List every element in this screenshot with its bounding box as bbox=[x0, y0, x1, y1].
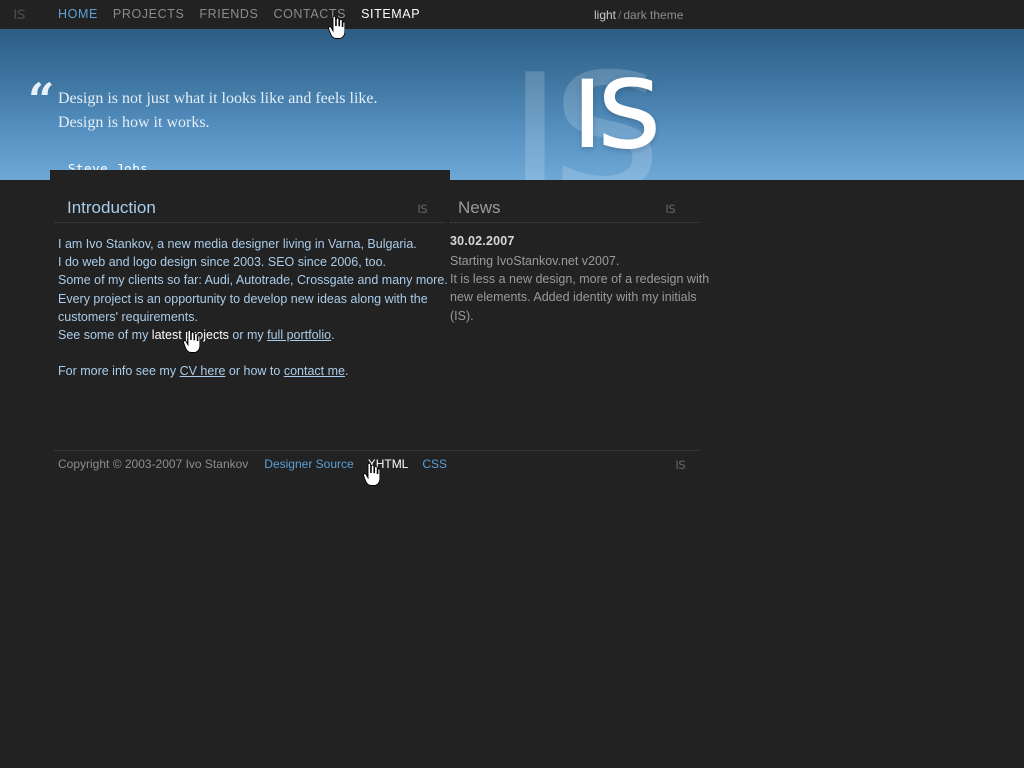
news-line-1: Starting IvoStankov.net v2007. bbox=[450, 254, 620, 268]
cv-here-link[interactable]: CV here bbox=[180, 364, 226, 378]
theme-dark-option[interactable]: dark theme bbox=[623, 8, 683, 22]
hero-quote: Design is not just what it looks like an… bbox=[58, 87, 378, 135]
introduction-logo-icon: ıs bbox=[417, 199, 428, 217]
news-logo-icon: ıs bbox=[665, 199, 676, 217]
news-line-3: new elements. Added identity with my ini… bbox=[450, 290, 697, 323]
news-heading-divider bbox=[450, 222, 700, 223]
news-line-2: It is less a new design, more of a redes… bbox=[450, 272, 710, 287]
introduction-line-6-middle: or my bbox=[228, 328, 268, 343]
contact-me-link[interactable]: contact me bbox=[284, 364, 345, 378]
news-item-body: Starting IvoStankov.net v2007. It is les… bbox=[450, 252, 710, 325]
introduction-line-6: See some of my latest projects or my ful… bbox=[58, 326, 458, 344]
quotation-mark-icon: “ bbox=[28, 73, 55, 127]
introduction-line-4: Every project is an opportunity to devel… bbox=[58, 291, 428, 306]
footer-link-designer-source[interactable]: Designer Source bbox=[264, 457, 353, 471]
hero-banner: ıs ıs “ Design is not just what it looks… bbox=[0, 29, 1024, 180]
more-info-prefix: For more info see my bbox=[58, 364, 180, 378]
nav-item-projects[interactable]: PROJECTS bbox=[113, 7, 184, 21]
main-nav-links: HOME PROJECTS FRIENDS CONTACTS SITEMAP bbox=[58, 7, 420, 21]
nav-item-sitemap[interactable]: SITEMAP bbox=[361, 7, 420, 21]
footer-logo-icon: ıs bbox=[675, 455, 686, 473]
top-navigation-bar: ıs HOME PROJECTS FRIENDS CONTACTS SITEMA… bbox=[0, 0, 1024, 29]
nav-item-friends[interactable]: FRIENDS bbox=[199, 7, 258, 21]
theme-switcher: light / dark theme bbox=[594, 8, 683, 22]
introduction-line-3: Some of my clients so far: Audi, Autotra… bbox=[58, 273, 448, 288]
introduction-heading-divider bbox=[55, 222, 445, 223]
theme-light-option[interactable]: light bbox=[594, 8, 616, 22]
introduction-line-1: I am Ivo Stankov, a new media designer l… bbox=[58, 237, 417, 251]
more-info-middle: or how to bbox=[225, 364, 284, 378]
introduction-line-6-prefix: See some of my bbox=[58, 328, 152, 343]
latest-projects-link[interactable]: latest projects bbox=[152, 328, 229, 342]
introduction-line-5: customers' requirements. bbox=[58, 309, 198, 324]
introduction-line-2: I do web and logo design since 2003. SEO… bbox=[58, 255, 387, 270]
hero-quote-line-2: Design is how it works. bbox=[58, 114, 210, 131]
introduction-more-info: For more info see my CV here or how to c… bbox=[58, 362, 478, 380]
page-footer: Copyright © 2003-2007 Ivo Stankov Design… bbox=[58, 457, 447, 471]
more-info-suffix: . bbox=[344, 364, 349, 378]
nav-item-home[interactable]: HOME bbox=[58, 7, 98, 21]
hero-logo-icon: ıs bbox=[570, 32, 662, 177]
copyright-text: Copyright © 2003-2007 Ivo Stankov bbox=[58, 457, 249, 471]
introduction-line-6-suffix: . bbox=[331, 328, 335, 343]
news-item-date: 30.02.2007 bbox=[450, 234, 515, 248]
footer-divider bbox=[55, 450, 700, 451]
site-logo-icon[interactable]: ıs bbox=[13, 4, 26, 24]
hero-quote-line-1: Design is not just what it looks like an… bbox=[58, 90, 378, 107]
full-portfolio-link[interactable]: full portfolio bbox=[267, 328, 331, 342]
footer-link-css[interactable]: CSS bbox=[422, 457, 447, 471]
footer-link-xhtml[interactable]: XHTML bbox=[368, 457, 409, 471]
introduction-body: I am Ivo Stankov, a new media designer l… bbox=[58, 235, 458, 344]
content-tab-notch bbox=[50, 170, 450, 182]
nav-item-contacts[interactable]: CONTACTS bbox=[273, 7, 346, 21]
